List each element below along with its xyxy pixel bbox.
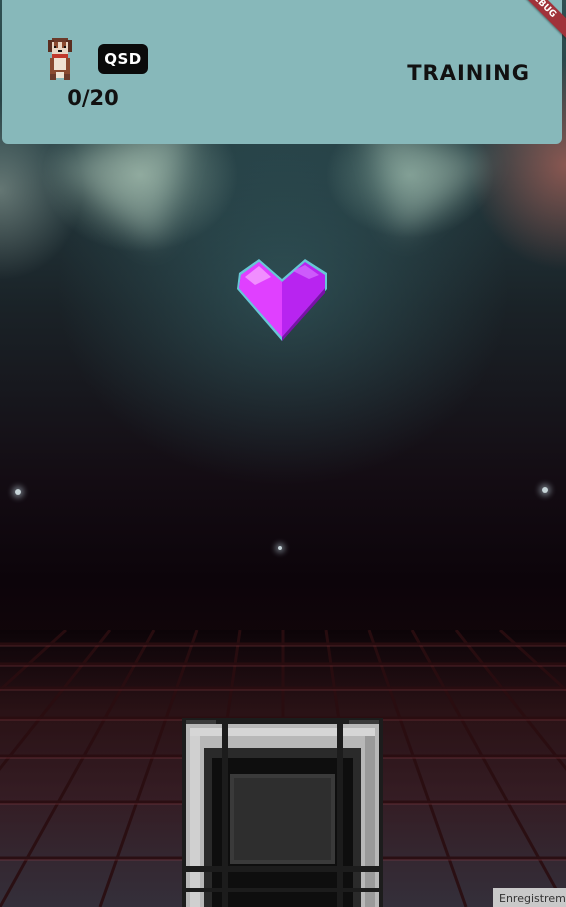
sparkle (15, 489, 21, 495)
catch-zone-frame (182, 718, 383, 907)
sparkle (542, 487, 548, 493)
mode-label: TRAINING (407, 61, 530, 85)
dog-icon (48, 38, 72, 80)
key-binding-badge: QSD (98, 44, 148, 74)
sparkle (278, 546, 282, 550)
heart-icon (237, 259, 327, 341)
recording-status-label: Enregistreme (493, 888, 566, 907)
score-counter: 0/20 (67, 86, 119, 110)
hud-panel: QSD 0/20 TRAINING (2, 0, 562, 144)
